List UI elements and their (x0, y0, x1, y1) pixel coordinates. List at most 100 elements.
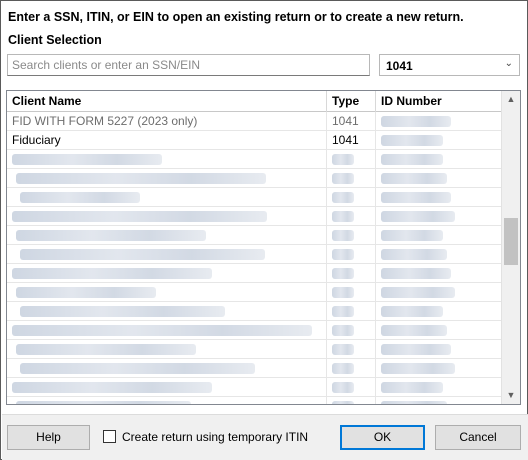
temp-itin-label[interactable]: Create return using temporary ITIN (122, 430, 308, 444)
client-name-cell (7, 359, 327, 378)
redacted-type (332, 249, 354, 260)
client-id-cell (376, 131, 502, 150)
redacted-id (381, 268, 451, 279)
client-id-cell (376, 264, 502, 283)
redacted-name (20, 249, 265, 260)
redacted-id (381, 135, 443, 146)
client-name-cell (7, 378, 327, 397)
client-id-cell (376, 340, 502, 359)
redacted-id (381, 192, 451, 203)
client-id-cell (376, 359, 502, 378)
redacted-type (332, 325, 354, 336)
client-id-cell (376, 226, 502, 245)
help-button[interactable]: Help (7, 425, 90, 450)
table-row[interactable] (7, 359, 502, 378)
redacted-type (332, 154, 354, 165)
client-name-cell (7, 169, 327, 188)
redacted-id (381, 344, 451, 355)
redacted-id (381, 154, 443, 165)
redacted-id (381, 287, 455, 298)
column-header-type[interactable]: Type (327, 91, 376, 112)
redacted-name (16, 287, 156, 298)
client-type-cell (327, 264, 376, 283)
table-row[interactable] (7, 302, 502, 321)
ok-button[interactable]: OK (340, 425, 425, 450)
redacted-type (332, 287, 354, 298)
client-id-cell (376, 150, 502, 169)
table-row[interactable] (7, 169, 502, 188)
redacted-type (332, 192, 354, 203)
client-id-cell (376, 169, 502, 188)
client-type-cell (327, 321, 376, 340)
cancel-button[interactable]: Cancel (435, 425, 521, 450)
table-row[interactable] (7, 264, 502, 283)
client-name-cell (7, 283, 327, 302)
table-row[interactable] (7, 321, 502, 340)
table-row[interactable] (7, 283, 502, 302)
client-name-cell (7, 264, 327, 283)
client-name-cell (7, 340, 327, 359)
table-row[interactable] (7, 188, 502, 207)
redacted-id (381, 211, 455, 222)
client-id-cell (376, 302, 502, 321)
redacted-type (332, 306, 354, 317)
column-header-client-name[interactable]: Client Name (7, 91, 327, 112)
table-row[interactable] (7, 207, 502, 226)
client-type-cell (327, 188, 376, 207)
client-type-cell (327, 150, 376, 169)
redacted-type (332, 401, 354, 404)
redacted-id (381, 249, 447, 260)
scrollbar-thumb[interactable] (504, 218, 518, 265)
client-name-cell (7, 245, 327, 264)
table-row[interactable] (7, 378, 502, 397)
table-row[interactable] (7, 245, 502, 264)
scroll-down-arrow-icon[interactable]: ▼ (502, 387, 520, 404)
redacted-id (381, 306, 443, 317)
client-type-cell (327, 340, 376, 359)
client-type-cell (327, 397, 376, 404)
client-search-input[interactable] (8, 55, 369, 75)
client-name-cell (7, 150, 327, 169)
redacted-id (381, 173, 447, 184)
redacted-name (20, 192, 140, 203)
client-search-box[interactable] (7, 54, 370, 76)
client-type-cell (327, 169, 376, 188)
column-header-id-number[interactable]: ID Number (376, 91, 502, 112)
redacted-id (381, 363, 455, 374)
client-name-cell: Fiduciary (7, 131, 327, 150)
redacted-id (381, 116, 451, 127)
client-name-cell (7, 397, 327, 404)
return-type-dropdown[interactable]: 1041 ⌄ (379, 54, 520, 76)
temp-itin-checkbox[interactable] (103, 430, 116, 443)
client-type-cell (327, 283, 376, 302)
redacted-name (20, 306, 225, 317)
client-id-cell (376, 397, 502, 404)
scroll-up-arrow-icon[interactable]: ▲ (502, 91, 520, 108)
redacted-name (16, 173, 266, 184)
table-row[interactable]: Fiduciary 1041 (7, 131, 502, 150)
table-row[interactable] (7, 397, 502, 404)
client-list-grid[interactable]: Client Name Type ID Number FID WITH FORM… (6, 90, 521, 405)
redacted-id (381, 325, 447, 336)
client-type-cell (327, 207, 376, 226)
redacted-name (12, 268, 212, 279)
client-id-cell (376, 283, 502, 302)
redacted-id (381, 382, 443, 393)
table-row[interactable] (7, 226, 502, 245)
client-id-cell (376, 321, 502, 340)
client-name-cell (7, 302, 327, 321)
client-id-cell (376, 207, 502, 226)
table-row[interactable] (7, 340, 502, 359)
redacted-type (332, 363, 354, 374)
table-row[interactable]: FID WITH FORM 5227 (2023 only) 1041 (7, 112, 502, 131)
client-name-cell (7, 321, 327, 340)
table-row[interactable] (7, 150, 502, 169)
chevron-down-icon: ⌄ (504, 58, 513, 69)
return-type-value: 1041 (386, 59, 413, 73)
client-type-cell: 1041 (327, 131, 376, 150)
vertical-scrollbar[interactable]: ▲ ▼ (501, 91, 520, 404)
client-type-cell (327, 226, 376, 245)
redacted-type (332, 211, 354, 222)
client-selection-label: Client Selection (8, 33, 102, 47)
client-name-cell (7, 188, 327, 207)
